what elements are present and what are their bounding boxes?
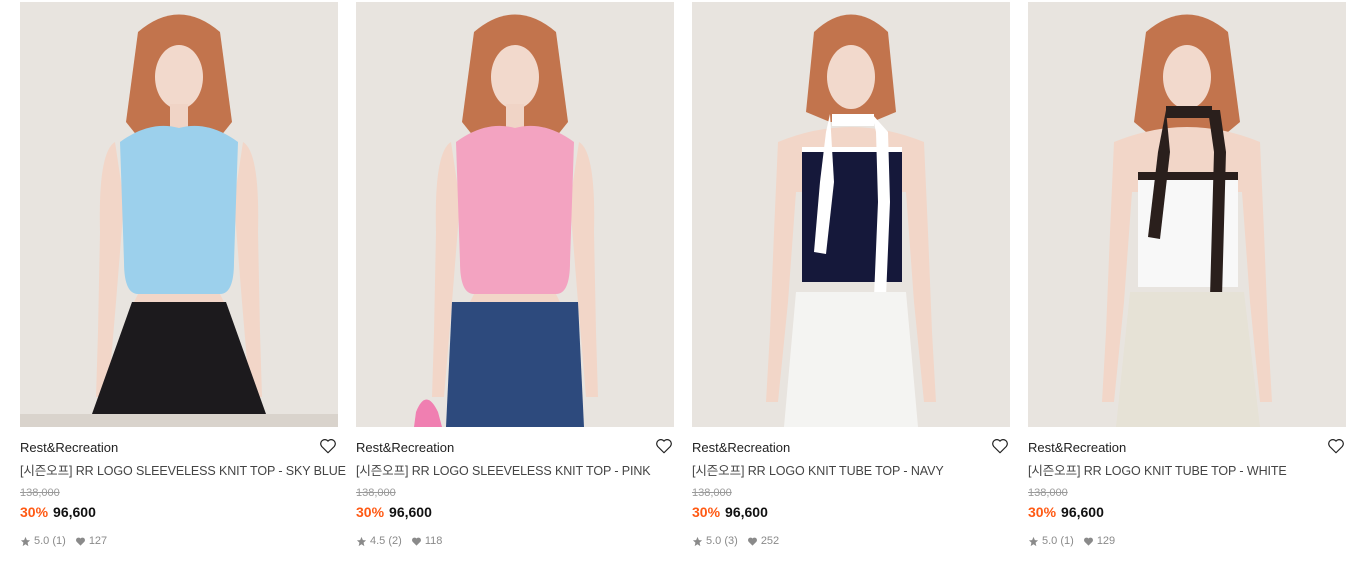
sale-price: 96,600 <box>725 504 768 520</box>
price-row: 30% 96,600 <box>356 504 674 521</box>
product-name[interactable]: [시즌오프] RR LOGO SLEEVELESS KNIT TOP - PIN… <box>356 463 674 479</box>
product-card[interactable]: Rest&Recreation [시즌오프] RR LOGO KNIT TUBE… <box>1028 2 1346 548</box>
product-image[interactable] <box>20 2 338 427</box>
star-icon <box>356 536 367 547</box>
discount-rate: 30% <box>356 504 385 520</box>
wishlist-heart-icon[interactable] <box>655 437 673 455</box>
like-count: 129 <box>1096 535 1116 547</box>
discount-rate: 30% <box>692 504 721 520</box>
product-name[interactable]: [시즌오프] RR LOGO SLEEVELESS KNIT TOP - SKY… <box>20 463 346 479</box>
product-stats: 5.0 (3) 252 <box>692 534 1010 548</box>
review-count: (2) <box>388 535 402 547</box>
like-count: 118 <box>424 535 443 547</box>
product-stats: 4.5 (2) 118 <box>356 534 674 548</box>
heart-filled-icon <box>747 536 758 547</box>
brand-name[interactable]: Rest&Recreation <box>1028 440 1346 456</box>
review-count: (3) <box>724 535 738 547</box>
product-card[interactable]: Rest&Recreation [시즌오프] RR LOGO SLEEVELES… <box>20 2 346 548</box>
brand-name[interactable]: Rest&Recreation <box>692 440 1010 456</box>
product-image[interactable] <box>692 2 1010 427</box>
original-price: 138,000 <box>20 487 60 499</box>
product-name[interactable]: [시즌오프] RR LOGO KNIT TUBE TOP - NAVY <box>692 463 1010 479</box>
product-stats: 5.0 (1) 129 <box>1028 534 1346 548</box>
wishlist-heart-icon[interactable] <box>319 437 337 455</box>
product-stats: 5.0 (1) 127 <box>20 534 338 548</box>
rating-value: 5.0 <box>706 535 722 547</box>
original-price: 138,000 <box>1028 487 1068 499</box>
sale-price: 96,600 <box>1061 504 1104 520</box>
product-name[interactable]: [시즌오프] RR LOGO KNIT TUBE TOP - WHITE <box>1028 463 1346 479</box>
product-image[interactable] <box>356 2 674 427</box>
review-count: (1) <box>52 535 66 547</box>
star-icon <box>1028 536 1039 547</box>
wishlist-heart-icon[interactable] <box>991 437 1009 455</box>
heart-filled-icon <box>75 536 86 547</box>
wishlist-heart-icon[interactable] <box>1327 437 1345 455</box>
discount-rate: 30% <box>1028 504 1057 520</box>
rating-value: 5.0 <box>1042 535 1058 547</box>
like-count: 252 <box>760 535 780 547</box>
price-row: 30% 96,600 <box>1028 504 1346 521</box>
rating-value: 5.0 <box>34 535 50 547</box>
price-row: 30% 96,600 <box>20 504 338 521</box>
brand-name[interactable]: Rest&Recreation <box>356 440 674 456</box>
heart-filled-icon <box>1083 536 1094 547</box>
price-row: 30% 96,600 <box>692 504 1010 521</box>
brand-name[interactable]: Rest&Recreation <box>20 440 338 456</box>
star-icon <box>20 536 31 547</box>
product-grid: Rest&Recreation [시즌오프] RR LOGO SLEEVELES… <box>0 0 1356 566</box>
sale-price: 96,600 <box>53 504 96 520</box>
heart-filled-icon <box>411 536 422 547</box>
discount-rate: 30% <box>20 504 49 520</box>
rating-value: 4.5 <box>370 535 386 547</box>
review-count: (1) <box>1060 535 1074 547</box>
product-card[interactable]: Rest&Recreation [시즌오프] RR LOGO KNIT TUBE… <box>692 2 1010 548</box>
product-image[interactable] <box>1028 2 1346 427</box>
sale-price: 96,600 <box>389 504 432 520</box>
original-price: 138,000 <box>692 487 732 499</box>
product-card[interactable]: Rest&Recreation [시즌오프] RR LOGO SLEEVELES… <box>356 2 674 548</box>
original-price: 138,000 <box>356 487 396 499</box>
star-icon <box>692 536 703 547</box>
like-count: 127 <box>88 535 108 547</box>
